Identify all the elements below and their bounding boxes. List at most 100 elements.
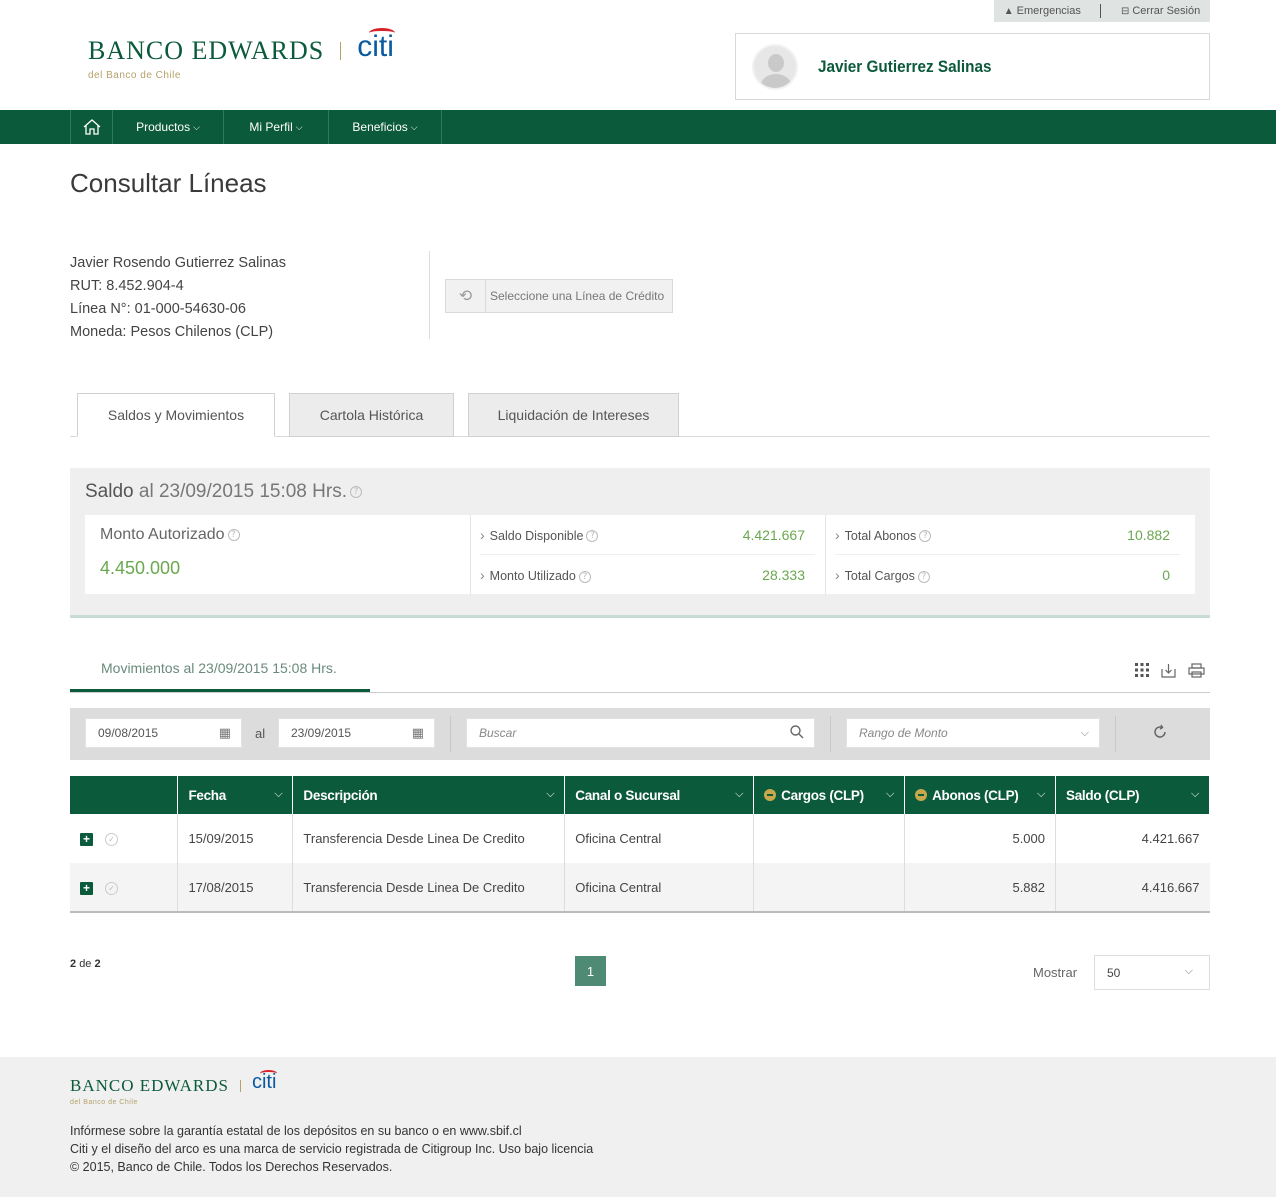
chevron-down-icon[interactable]: ⌵ <box>274 788 282 801</box>
footer-line: Citi y el diseño del arco es una marca d… <box>70 1142 594 1156</box>
column-header-cargos[interactable]: Cargos (CLP) ⌵ <box>753 776 906 814</box>
result-count-current: 2 <box>70 958 77 970</box>
table-row: + ✓ 17/08/2015 Transferencia Desde Linea … <box>70 863 1210 913</box>
help-icon[interactable]: ? <box>917 570 930 583</box>
help-icon[interactable]: ? <box>586 530 599 543</box>
utility-bar: ▲ Emergencias ⊟ Cerrar Sesión <box>994 0 1210 22</box>
tab-cartola-historica[interactable]: Cartola Histórica <box>289 393 454 437</box>
search-icon[interactable] <box>790 724 804 742</box>
warning-icon: ▲ <box>1003 5 1014 17</box>
header-label: Cargos (CLP) <box>781 787 864 803</box>
print-icon[interactable] <box>1187 661 1205 679</box>
footer-line: Infórmese sobre la garantía estatal de l… <box>70 1124 522 1138</box>
help-icon[interactable]: ? <box>919 530 932 543</box>
nav-beneficios[interactable]: Beneficios ⌵ <box>328 110 442 144</box>
date-from-field[interactable]: 09/08/2015 ▦ <box>85 718 242 748</box>
header-label: Descripción <box>303 787 378 803</box>
citi-logo: citi <box>357 28 396 63</box>
nav-mi-perfil-label: Mi Perfil <box>249 120 293 134</box>
help-icon[interactable]: ? <box>349 485 362 498</box>
minus-circle-icon <box>915 788 928 801</box>
movimientos-title[interactable]: Movimientos al 23/09/2015 15:08 Hrs. <box>101 660 337 676</box>
chevron-down-icon[interactable]: ⌵ <box>735 788 743 801</box>
total-cargos-row[interactable]: Total Cargos? 0 <box>835 555 1180 595</box>
tab-saldos-movimientos[interactable]: Saldos y Movimientos <box>77 393 275 437</box>
nav-mi-perfil[interactable]: Mi Perfil ⌵ <box>223 110 328 144</box>
tab-liquidacion-intereses[interactable]: Liquidación de Intereses <box>468 393 679 437</box>
page-button-1[interactable]: 1 <box>575 956 606 986</box>
table-row: + ✓ 15/09/2015 Transferencia Desde Linea … <box>70 814 1210 863</box>
expand-icon[interactable]: + <box>80 833 93 847</box>
monto-utilizado-row[interactable]: Monto Utilizado? 28.333 <box>480 555 815 595</box>
chevron-down-icon[interactable]: ⌵ <box>1037 788 1045 801</box>
total-abonos-row[interactable]: Total Abonos? 10.882 <box>835 515 1180 555</box>
saldo-col-2: Total Abonos? 10.882 Total Cargos? 0 <box>835 515 1180 595</box>
monto-autorizado: Monto Autorizado? <box>100 526 240 544</box>
monto-utilizado-label: Monto Utilizado <box>489 569 576 583</box>
column-header-descripcion[interactable]: Descripción ⌵ <box>292 776 566 814</box>
saldo-disponible-row[interactable]: Saldo Disponible? 4.421.667 <box>480 515 815 555</box>
help-icon[interactable]: ? <box>578 570 591 583</box>
logo-bank-name: BANCO EDWARDS <box>70 1075 229 1095</box>
download-icon[interactable] <box>1159 661 1177 679</box>
check-icon[interactable]: ✓ <box>105 881 118 895</box>
divider <box>1115 716 1116 752</box>
column-header-saldo[interactable]: Saldo (CLP) ⌵ <box>1055 776 1210 814</box>
cell-canal: Oficina Central <box>564 863 755 913</box>
select-credit-line-button[interactable]: ⟲ Seleccione una Línea de Crédito <box>445 279 673 313</box>
total-abonos-value: 10.882 <box>1127 526 1170 543</box>
saldo-title-prefix: Saldo <box>85 481 134 502</box>
user-card: Javier Gutierrez Salinas <box>735 33 1210 100</box>
header-label: Canal o Sucursal <box>575 787 681 803</box>
check-icon[interactable]: ✓ <box>105 833 118 847</box>
divider <box>470 515 471 594</box>
column-header-fecha[interactable]: Fecha ⌵ <box>177 776 294 814</box>
logo-bank-name: BANCO EDWARDS <box>88 36 325 65</box>
help-icon[interactable]: ? <box>227 528 240 541</box>
saldo-disponible-label: Saldo Disponible <box>489 528 584 543</box>
date-range-separator: al <box>255 726 266 741</box>
bank-logo[interactable]: BANCO EDWARDS citi del Banco de Chile <box>88 28 396 81</box>
footer-copyright: © 2015, Banco de Chile. Todos los Derech… <box>70 1160 393 1174</box>
calendar-icon[interactable]: ▦ <box>412 725 424 741</box>
monto-autorizado-value: 4.450.000 <box>100 558 181 578</box>
rango-monto-select[interactable]: Rango de Monto ⌵ <box>846 718 1100 748</box>
page-size-select[interactable]: 50 ⌵ <box>1094 955 1210 990</box>
logo-divider <box>239 1079 241 1092</box>
chevron-down-icon: ⌵ <box>193 121 200 132</box>
chevron-down-icon[interactable]: ⌵ <box>546 788 554 801</box>
footer-text: Infórmese sobre la garantía estatal de l… <box>70 1122 593 1176</box>
refresh-icon: ⟲ <box>446 280 486 312</box>
calendar-icon[interactable]: ▦ <box>219 725 231 741</box>
search-input[interactable]: Buscar <box>466 718 815 748</box>
cell-abonos: 5.000 <box>904 814 1057 863</box>
monto-utilizado-value: 28.333 <box>762 567 805 583</box>
tab-label: Saldos y Movimientos <box>107 407 245 423</box>
chevron-down-icon[interactable]: ⌵ <box>886 788 894 801</box>
rango-monto-placeholder: Rango de Monto <box>859 726 948 740</box>
cell-fecha: 15/09/2015 <box>177 814 294 863</box>
home-icon <box>83 119 100 135</box>
chevron-down-icon[interactable]: ⌵ <box>1191 788 1199 801</box>
nav-beneficios-label: Beneficios <box>352 120 408 134</box>
expand-icon[interactable]: + <box>80 881 93 895</box>
saldo-col-1: Saldo Disponible? 4.421.667 Monto Utiliz… <box>480 515 815 595</box>
column-header-abonos[interactable]: Abonos (CLP) ⌵ <box>904 776 1057 814</box>
divider <box>429 251 430 339</box>
refresh-icon[interactable] <box>1152 724 1168 745</box>
tab-label: Cartola Histórica <box>319 407 424 423</box>
cell-cargos <box>753 814 906 863</box>
cerrar-sesion-label: Cerrar Sesión <box>1132 5 1201 17</box>
grid-icon[interactable] <box>1133 661 1151 679</box>
column-header-canal[interactable]: Canal o Sucursal ⌵ <box>564 776 755 814</box>
minus-circle-icon <box>764 788 777 801</box>
cell-saldo: 4.416.667 <box>1055 863 1210 913</box>
cerrar-sesion-link[interactable]: ⊟ Cerrar Sesión <box>1121 5 1200 17</box>
header-label: Abonos (CLP) <box>932 787 1019 803</box>
nav-productos[interactable]: Productos ⌵ <box>112 110 223 144</box>
result-count-of: de <box>79 958 92 970</box>
date-to-field[interactable]: 23/09/2015 ▦ <box>278 718 435 748</box>
nav-productos-label: Productos <box>136 120 191 134</box>
nav-home[interactable] <box>70 110 112 144</box>
emergencias-link[interactable]: ▲ Emergencias <box>1004 5 1081 17</box>
